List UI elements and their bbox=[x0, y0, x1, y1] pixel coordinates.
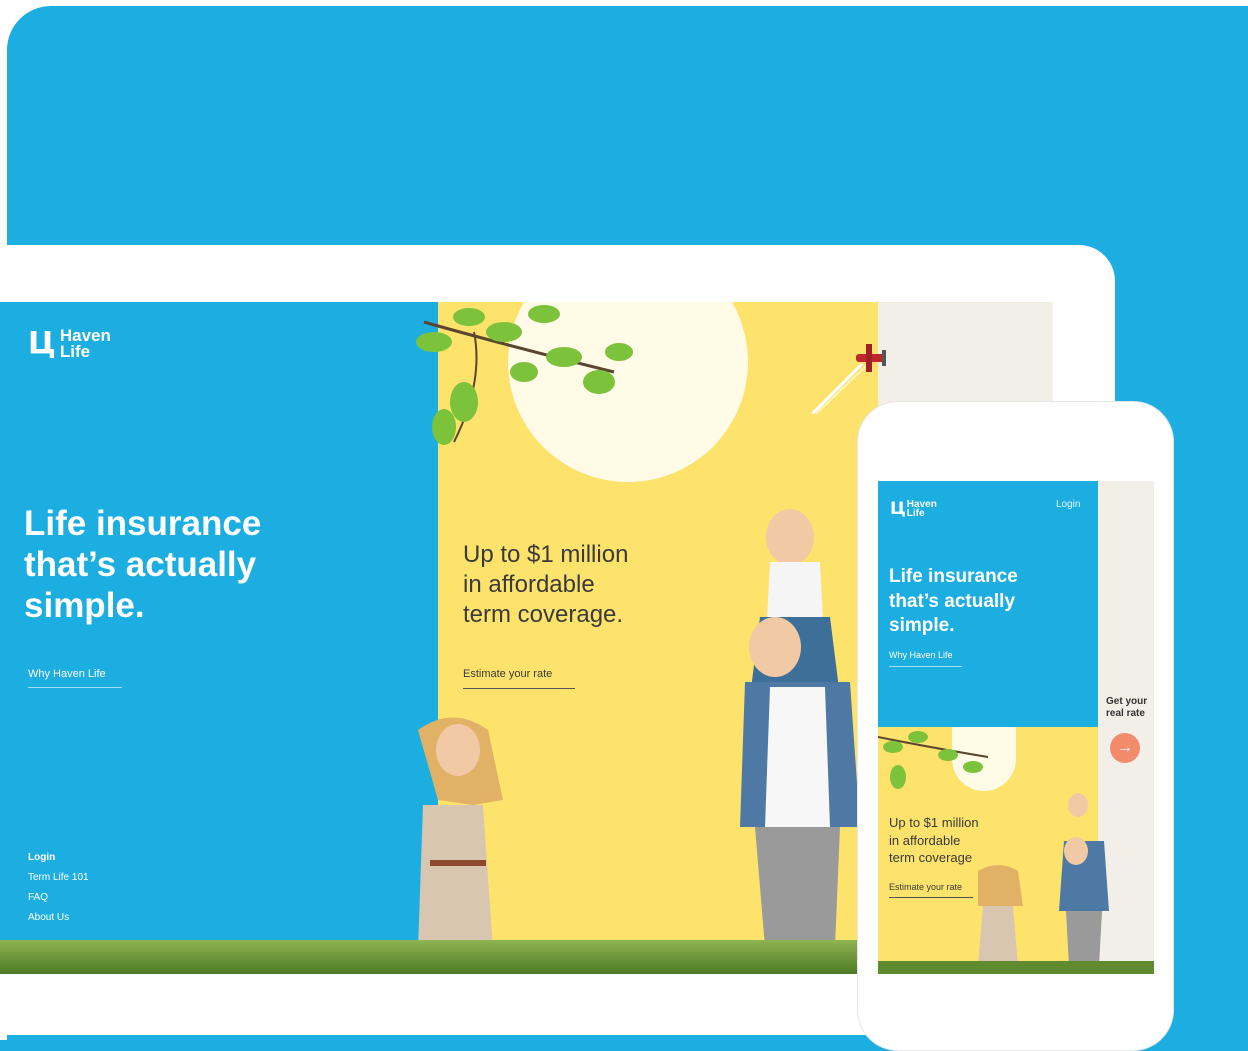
brand-logo: Ц Haven Life bbox=[28, 326, 111, 361]
mobile-logo-mark-icon: Ц bbox=[890, 499, 906, 519]
mobile-hero-title: Life insurance that’s actually simple. bbox=[889, 566, 1018, 637]
mobile-grass-strip bbox=[878, 961, 1154, 974]
estimate-rate-link[interactable]: Estimate your rate bbox=[463, 668, 575, 689]
haven-life-logo-mark-icon: Ц bbox=[28, 326, 56, 361]
mobile-screen: Ц Haven Life Login Life insurance that’s… bbox=[878, 481, 1154, 974]
side-cta-label: Get your real rate bbox=[1106, 696, 1148, 719]
tree-branch-illustration bbox=[416, 305, 633, 445]
mobile-why-haven-life-link[interactable]: Why Haven Life bbox=[889, 650, 962, 667]
footer-term-life-link[interactable]: Term Life 101 bbox=[28, 872, 89, 883]
mobile-estimate-rate-link[interactable]: Estimate your rate bbox=[889, 882, 973, 898]
get-rate-button[interactable]: → bbox=[1110, 733, 1140, 763]
footer-about-link[interactable]: About Us bbox=[28, 912, 89, 923]
mobile-branch-illustration bbox=[878, 731, 989, 789]
mobile-father-child-photo bbox=[1059, 793, 1109, 966]
arrow-right-icon: → bbox=[1117, 739, 1133, 756]
coverage-heading: Up to $1 million in affordable term cove… bbox=[463, 541, 629, 628]
hero-title: Life insurance that’s actually simple. bbox=[24, 504, 262, 625]
footer-faq-link[interactable]: FAQ bbox=[28, 892, 89, 903]
marketing-mockup: Ц Haven Life Life insurance that’s actua… bbox=[0, 0, 1248, 1051]
mobile-brand-logo: Ц Haven Life bbox=[890, 499, 937, 519]
mobile-login-link[interactable]: Login bbox=[1056, 499, 1080, 510]
footer-nav: Login Term Life 101 FAQ About Us bbox=[28, 852, 89, 932]
mobile-brand-wordmark: Haven Life bbox=[906, 499, 937, 519]
why-haven-life-link[interactable]: Why Haven Life bbox=[28, 668, 122, 688]
girl-photo bbox=[418, 717, 503, 950]
mobile-coverage-heading: Up to $1 million in affordable term cove… bbox=[889, 815, 979, 866]
mobile-girl-photo bbox=[978, 865, 1023, 966]
brand-wordmark: Haven Life bbox=[59, 326, 111, 361]
grass-strip bbox=[0, 940, 878, 974]
footer-login-link[interactable]: Login bbox=[28, 852, 89, 863]
